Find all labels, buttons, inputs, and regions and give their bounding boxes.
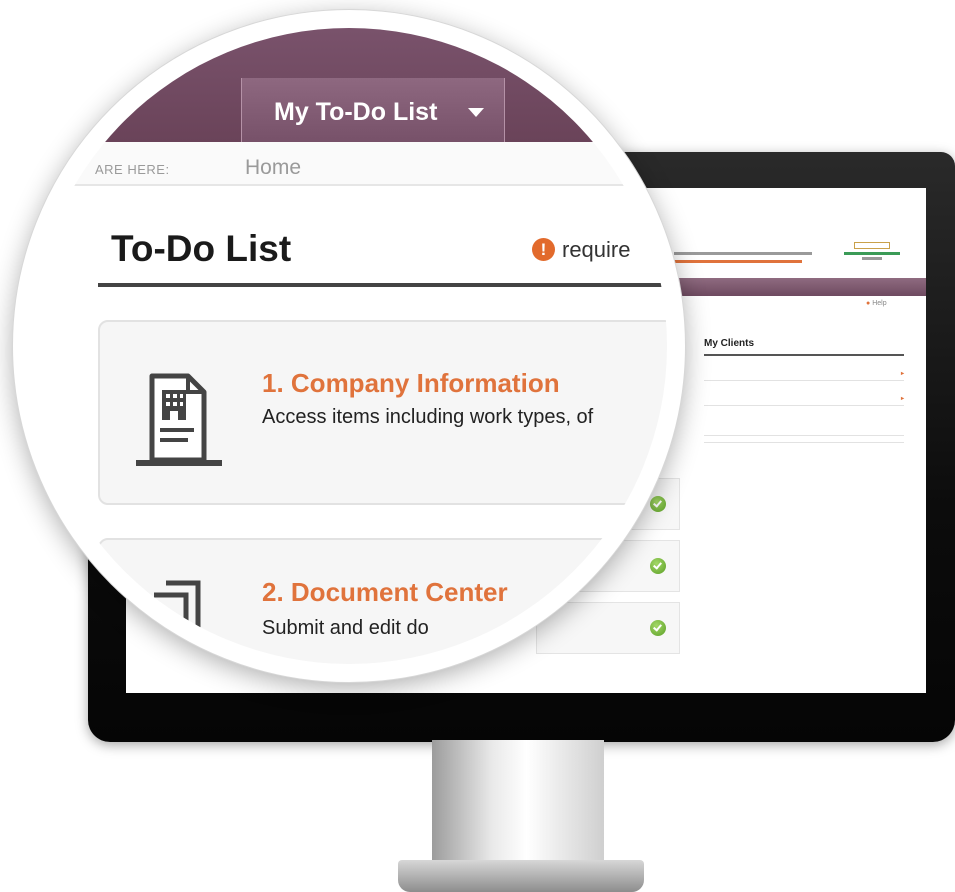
breadcrumb: ARE HERE: Home bbox=[31, 142, 667, 186]
card-title[interactable]: 2. Document Center bbox=[262, 577, 508, 608]
expand-icon[interactable]: ▸ bbox=[901, 370, 904, 377]
todo-card-document-center[interactable]: 2. Document Center Submit and edit do bbox=[98, 538, 667, 664]
client-row[interactable] bbox=[704, 439, 904, 443]
todo-card-company-information[interactable]: 1. Company Information Access items incl… bbox=[98, 320, 667, 505]
magnifier-lens: My To-Do List ARE HERE: Home To-Do List … bbox=[13, 10, 685, 682]
page-title: To-Do List bbox=[111, 228, 292, 269]
required-label: require bbox=[562, 237, 631, 262]
breadcrumb-home[interactable]: Home bbox=[245, 156, 301, 180]
title-divider bbox=[98, 283, 667, 287]
tab-my-todo-list[interactable]: My To-Do List bbox=[241, 78, 505, 142]
monitor-base bbox=[398, 860, 644, 892]
my-clients-panel: My Clients ▸ ▸ bbox=[704, 333, 904, 446]
expand-icon[interactable]: ▸ bbox=[901, 395, 904, 402]
contact-links[interactable] bbox=[674, 260, 802, 263]
help-label: Help bbox=[872, 300, 887, 307]
client-row[interactable]: ▸ bbox=[704, 395, 904, 406]
screen-contact-info bbox=[674, 252, 824, 263]
help-link[interactable]: ● Help bbox=[866, 300, 887, 307]
client-row[interactable]: ▸ bbox=[704, 370, 904, 381]
caret-down-icon bbox=[468, 108, 484, 117]
card-title[interactable]: 1. Company Information bbox=[262, 368, 560, 399]
screen-logo bbox=[842, 242, 902, 268]
documents-icon bbox=[154, 580, 201, 653]
contact-line bbox=[674, 252, 812, 255]
card-description: Submit and edit do bbox=[262, 617, 429, 639]
required-alert-icon: ! bbox=[532, 238, 555, 261]
tab-my-todo-list-label: My To-Do List bbox=[274, 98, 438, 126]
monitor-stand bbox=[432, 740, 604, 868]
clients-divider bbox=[704, 354, 904, 356]
magnified-view: My To-Do List ARE HERE: Home To-Do List … bbox=[31, 28, 667, 664]
card-description: Access items including work types, of bbox=[262, 406, 594, 428]
help-icon: ● bbox=[866, 300, 871, 307]
my-clients-title: My Clients bbox=[704, 338, 755, 349]
breadcrumb-label: ARE HERE: bbox=[95, 162, 170, 177]
top-nav: My To-Do List bbox=[31, 28, 667, 142]
client-row[interactable] bbox=[704, 432, 904, 436]
building-document-icon bbox=[136, 373, 222, 466]
